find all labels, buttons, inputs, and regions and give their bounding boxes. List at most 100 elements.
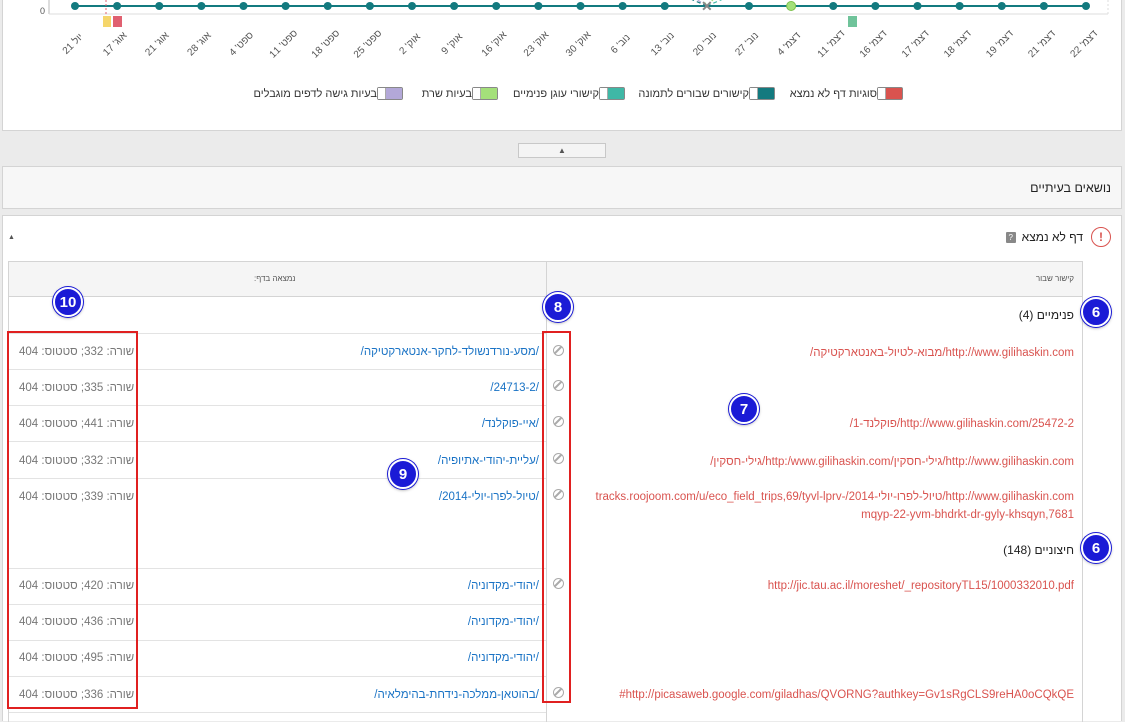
broken-link[interactable]: http://www.gilihaskin.com/מבוא-לטיול-באנ… [574,344,1074,362]
legend-toggle[interactable] [599,87,625,100]
x-tick-label: נוב' 27 [733,30,761,58]
caret-up-icon: ▲ [558,146,566,155]
data-point-marker [745,2,753,10]
issues-section-title: נושאים בעיתיים [1030,181,1111,195]
data-point-marker [281,2,290,10]
column-header-broken-link: קישור שבור [1035,274,1074,283]
x-tick-label: דצמ' 11 [816,28,848,60]
caret-up-icon[interactable]: ▲ [8,234,15,241]
legend-toggle[interactable] [877,87,903,100]
help-icon[interactable]: ? [1005,231,1016,243]
data-point-marker [113,2,122,10]
issue-header[interactable]: ! דף לא נמצא ? [1005,226,1111,248]
data-point-marker [197,2,206,10]
data-point-marker [450,2,459,10]
found-in-link[interactable]: /24713-2/ [299,382,539,394]
issues-section-header[interactable]: נושאים בעיתיים [2,166,1122,209]
found-in-link[interactable]: /יהודי-מקדוניה/ [299,616,539,628]
x-tick-label: דצמ' 18 [942,28,974,60]
x-tick-label: ספט' 11 [268,28,301,61]
data-point-marker [997,2,1006,10]
x-tick-label: דצמ' 4 [776,30,804,58]
x-tick-label: יול 21 [60,31,86,57]
found-in-link[interactable]: /מסע-נורדנשולד-לחקר-אנטארקטיקה/ [299,346,539,358]
data-point-marker [239,2,248,10]
x-tick-label: דצמ' 19 [984,28,1016,60]
data-point-marker [365,2,374,10]
legend-item-anchor-links[interactable]: קישורי עוגן פנימיים [513,87,625,100]
x-tick-label: אוג' 21 [143,30,172,59]
data-point-marker [618,2,627,10]
annotation-marker: 6 [1081,533,1111,563]
broken-link[interactable]: http://www.gilihaskin.com/טיול-לפרו-יולי… [574,488,1075,524]
found-in-link[interactable]: /עליית-יהודי-אתיופיה/ [299,455,539,467]
x-tick-label: דצמ' 22 [1068,28,1100,60]
trend-chart-panel: 0 ✕ יול 21 אוג' 17 אוג' 21 אוג' 28 ספט' 4 ספט' … [2,0,1122,131]
event-flag [848,16,857,27]
data-point-marker [492,2,501,10]
alert-icon: ! [1091,227,1111,247]
found-in-link[interactable]: /יהודי-מקדוניה/ [299,652,539,664]
data-point-marker [534,2,543,10]
legend-item-broken-images[interactable]: קישורים שבורים לתמונה [638,87,775,100]
x-tick-label: דצמ' 21 [1026,28,1058,60]
x-tick-label: ספט' 4 [227,30,256,59]
data-point-marker [786,1,797,11]
found-in-link[interactable]: /טיול-לפרו-יולי-2014/ [299,491,539,503]
column-header-found-in: נמצאה בדף: [254,274,296,283]
event-flag [103,16,111,27]
annotation-marker: 9 [388,459,418,489]
row-divider [9,712,546,713]
data-point-marker [955,2,964,10]
chart-legend: סוגיות דף לא נמצא קישורים שבורים לתמונה … [253,87,903,105]
found-in-link[interactable]: /איי-פוקלנד/ [299,418,539,430]
broken-link[interactable]: http://picasaweb.google.com/giladhas/QVO… [574,686,1074,704]
data-point-marker: ✕ [701,0,713,14]
issue-label: דף לא נמצא [1021,230,1083,244]
legend-toggle[interactable] [749,87,775,100]
data-point-marker [829,2,838,10]
broken-link[interactable]: http://www.gilihaskin.com/25472-2/פוקלנד… [574,415,1074,433]
annotation-marker: 8 [543,292,573,322]
x-tick-label: נוב' 13 [649,30,677,58]
data-point-marker [408,2,416,10]
annotation-marker: 10 [53,287,83,317]
x-tick-label: אוק' 23 [522,29,552,59]
broken-link[interactable]: http://www.gilihaskin.com/גילי-חסקין/htt… [574,453,1074,471]
x-tick-label: נוב' 6 [609,32,633,56]
annotation-marker: 6 [1081,297,1111,327]
x-tick-label: ספט' 18 [310,28,343,61]
x-tick-label: אוק' 16 [480,29,510,59]
broken-link[interactable]: http://jic.tau.ac.il/moreshet/_repositor… [574,577,1074,595]
data-point-marker [576,2,585,10]
x-tick-label: דצמ' 17 [900,28,932,60]
x-tick-label: דצמ' 16 [858,28,890,60]
found-in-link[interactable]: /יהודי-מקדוניה/ [299,580,539,592]
legend-toggle[interactable] [472,87,498,100]
event-flag [113,16,122,27]
data-point-marker [660,2,669,10]
trend-chart: 0 ✕ יול 21 אוג' 17 אוג' 21 אוג' 28 ספט' 4 ספט' … [40,0,1109,61]
x-tick-label: אוק' 9 [440,31,466,57]
data-point-marker [323,2,332,10]
group-external[interactable]: חיצוניים (148) [1003,543,1074,557]
x-tick-label: אוג' 17 [101,30,130,59]
x-tick-label: אוק' 2 [397,31,423,57]
annotation-box-status [7,331,138,709]
legend-item-server-issues[interactable]: בעיות שרת [422,87,498,100]
data-point-marker [71,2,79,10]
legend-toggle[interactable] [377,87,403,100]
collapse-chart-button[interactable]: ▲ [518,143,606,158]
y-zero-label: 0 [40,6,45,16]
group-internal[interactable]: פנימיים (4) [1019,308,1074,322]
x-tick-label: אוג' 28 [185,30,214,59]
x-tick-label: ספט' 25 [352,28,385,61]
x-tick-label: אוק' 30 [564,29,594,59]
legend-item-not-found[interactable]: סוגיות דף לא נמצא [790,87,903,100]
x-tick-label: נוב' 20 [691,30,719,58]
data-point-marker [155,2,164,10]
found-in-link[interactable]: /בהוטאן-ממלכה-נידחת-בהימלאיה/ [299,689,539,701]
data-point-marker [1039,2,1048,10]
data-point-marker [1082,2,1090,10]
legend-item-restricted-pages[interactable]: בעיות גישה לדפים מוגבלים [253,87,403,100]
